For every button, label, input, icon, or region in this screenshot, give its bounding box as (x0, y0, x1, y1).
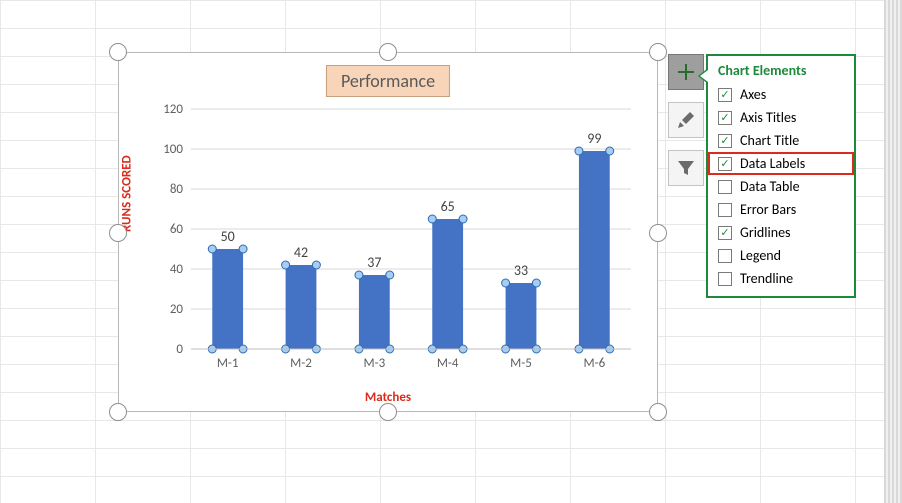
checkbox[interactable] (718, 180, 732, 194)
flyout-item-trendline[interactable]: Trendline (708, 267, 854, 290)
data-label[interactable]: 33 (514, 262, 528, 279)
flyout-item-label: Axis Titles (740, 109, 796, 126)
sheet-scroll-edge (884, 0, 902, 503)
flyout-item-label: Legend (740, 247, 781, 264)
selection-handle[interactable] (109, 43, 127, 61)
flyout-item-chart-title[interactable]: Chart Title (708, 129, 854, 152)
data-label[interactable]: 50 (221, 228, 235, 245)
y-tick-label: 120 (163, 102, 183, 117)
plot-area[interactable]: 020406080100120 M-1M-2M-3M-4M-5M-6 50423… (191, 109, 631, 349)
flyout-item-label: Trendline (740, 270, 793, 287)
checkbox[interactable] (718, 272, 732, 286)
chart-styles-button[interactable] (668, 102, 704, 138)
bar[interactable] (432, 219, 463, 349)
bar[interactable] (212, 249, 243, 349)
plus-icon (676, 62, 696, 82)
series-marker (606, 147, 614, 155)
series-marker (459, 215, 467, 223)
series-marker (208, 245, 216, 253)
chart-filters-button[interactable] (668, 150, 704, 186)
y-tick-label: 80 (170, 182, 184, 197)
y-tick-label: 60 (170, 222, 184, 237)
flyout-item-axes[interactable]: Axes (708, 83, 854, 106)
x-tick-label: M-5 (510, 356, 532, 371)
flyout-item-label: Data Labels (740, 155, 805, 172)
x-tick-label: M-1 (217, 356, 239, 371)
selection-handle[interactable] (379, 403, 397, 421)
checkbox[interactable] (718, 249, 732, 263)
bar[interactable] (579, 151, 610, 349)
data-label[interactable]: 42 (294, 244, 308, 261)
checkbox[interactable] (718, 111, 732, 125)
series-marker (386, 271, 394, 279)
y-tick-label: 40 (170, 262, 184, 277)
flyout-item-gridlines[interactable]: Gridlines (708, 221, 854, 244)
y-tick-label: 100 (163, 142, 183, 157)
bar[interactable] (286, 265, 317, 349)
bar[interactable] (506, 283, 537, 349)
flyout-item-legend[interactable]: Legend (708, 244, 854, 267)
series-marker (575, 147, 583, 155)
flyout-item-label: Axes (740, 86, 766, 103)
flyout-item-error-bars[interactable]: Error Bars (708, 198, 854, 221)
data-label[interactable]: 37 (367, 254, 381, 271)
checkbox[interactable] (718, 134, 732, 148)
series-marker (502, 279, 510, 287)
flyout-item-data-labels[interactable]: Data Labels (708, 152, 854, 175)
series-marker (428, 215, 436, 223)
flyout-item-label: Gridlines (740, 224, 791, 241)
series-marker (532, 279, 540, 287)
chart-title[interactable]: Performance (326, 65, 450, 97)
flyout-pointer (698, 68, 708, 84)
x-tick-label: M-4 (437, 356, 459, 371)
flyout-item-data-table[interactable]: Data Table (708, 175, 854, 198)
flyout-title: Chart Elements (708, 56, 854, 83)
data-label[interactable]: 65 (441, 198, 455, 215)
checkbox[interactable] (718, 203, 732, 217)
selection-handle[interactable] (379, 43, 397, 61)
series-marker (355, 271, 363, 279)
selection-handle[interactable] (649, 43, 667, 61)
checkbox[interactable] (718, 226, 732, 240)
checkbox[interactable] (718, 88, 732, 102)
chart-object[interactable]: Performance RUNS SCORED Matches 02040608… (118, 52, 658, 412)
x-tick-label: M-2 (290, 356, 312, 371)
selection-handle[interactable] (109, 403, 127, 421)
y-axis-title[interactable]: RUNS SCORED (120, 155, 135, 232)
filter-icon (676, 158, 696, 178)
x-tick-label: M-6 (583, 356, 605, 371)
series-marker (312, 261, 320, 269)
data-label[interactable]: 99 (587, 130, 601, 147)
brush-icon (676, 110, 696, 130)
flyout-item-axis-titles[interactable]: Axis Titles (708, 106, 854, 129)
selection-handle[interactable] (109, 224, 127, 242)
bar[interactable] (359, 275, 390, 349)
chart-elements-flyout: Chart Elements Axes Axis Titles Chart Titl… (706, 54, 856, 298)
selection-handle[interactable] (649, 224, 667, 242)
x-tick-label: M-3 (363, 356, 385, 371)
flyout-item-label: Error Bars (740, 201, 796, 218)
y-tick-label: 20 (170, 302, 184, 317)
flyout-item-label: Data Table (740, 178, 800, 195)
series-marker (239, 245, 247, 253)
y-tick-label: 0 (176, 342, 183, 357)
flyout-item-label: Chart Title (740, 132, 799, 149)
series-marker (282, 261, 290, 269)
checkbox[interactable] (718, 157, 732, 171)
selection-handle[interactable] (649, 403, 667, 421)
